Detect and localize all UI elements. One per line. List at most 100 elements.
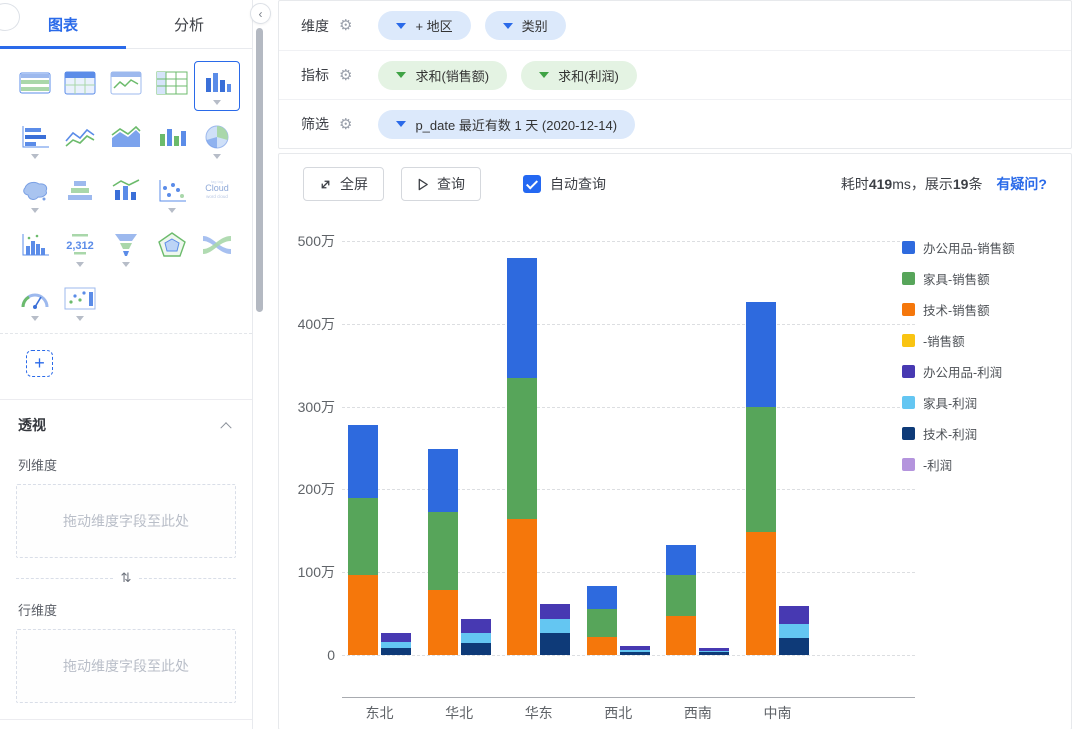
chart-type-sankey-chart-icon[interactable]: [194, 223, 240, 273]
bar-segment-家具-销售额[interactable]: [746, 406, 776, 532]
chart-type-hbar-chart-icon[interactable]: [12, 115, 58, 165]
bar-segment-技术-利润[interactable]: [540, 633, 571, 655]
gridline: [342, 406, 915, 408]
chart-type-grid-table-icon[interactable]: [149, 61, 195, 111]
legend-item[interactable]: 家具-销售额: [902, 269, 1015, 288]
bar-segment-家具-利润[interactable]: [460, 632, 491, 644]
legend-item[interactable]: 办公用品-销售额: [902, 238, 1015, 257]
chart-type-number-card-icon[interactable]: 2,312: [58, 223, 104, 273]
bar-segment-技术-利润[interactable]: [779, 638, 809, 655]
bar-segment-家具-利润[interactable]: [779, 624, 809, 639]
bar-segment-办公用品-销售额[interactable]: [666, 544, 697, 575]
bar-segment-技术-销售额[interactable]: [586, 636, 617, 655]
sales-bar-西南[interactable]: [666, 544, 697, 655]
chart-type-combo-chart-icon[interactable]: [103, 169, 149, 219]
chart-type-area-chart-icon[interactable]: [103, 115, 149, 165]
bar-segment-技术-利润[interactable]: [381, 648, 411, 655]
filter-pill[interactable]: p_date 最近有数 1 天 (2020-12-14): [378, 109, 636, 139]
sales-bar-东北[interactable]: [348, 424, 378, 655]
chart-type-map-chart-icon[interactable]: [12, 169, 58, 219]
legend-item[interactable]: -利润: [902, 455, 1015, 474]
bar-segment-家具-销售额[interactable]: [586, 609, 617, 637]
sales-bar-华东[interactable]: [507, 258, 538, 655]
profit-bar-中南[interactable]: [779, 606, 809, 655]
bar-segment-技术-利润[interactable]: [460, 643, 491, 655]
bar-segment-技术-利润[interactable]: [699, 652, 730, 655]
pyramid-chart-icon: [68, 181, 93, 200]
bar-segment-家具-销售额[interactable]: [348, 497, 378, 575]
filter-label: 筛选: [301, 116, 329, 132]
bar-segment-技术-利润[interactable]: [619, 651, 650, 655]
chart-type-header-table-icon[interactable]: [58, 61, 104, 111]
chart-type-histogram-icon[interactable]: [12, 223, 58, 273]
chart-type-scatter-chart-icon[interactable]: [149, 169, 195, 219]
measure-pill[interactable]: 求和(利润): [521, 60, 637, 90]
chart-type-line-chart-icon[interactable]: [58, 115, 104, 165]
legend-item[interactable]: -销售额: [902, 331, 1015, 350]
legend-item[interactable]: 技术-销售额: [902, 300, 1015, 319]
bar-segment-家具-利润[interactable]: [540, 618, 571, 634]
sidebar-collapse-button[interactable]: ‹: [250, 3, 271, 24]
dimension-pill[interactable]: + 地区: [378, 11, 471, 40]
svg-text:Cloud: Cloud: [205, 183, 229, 193]
gear-icon[interactable]: ⚙: [339, 117, 352, 132]
bar-segment-办公用品-利润[interactable]: [381, 632, 411, 643]
profit-bar-西南[interactable]: [699, 647, 730, 656]
gear-icon[interactable]: ⚙: [339, 68, 352, 83]
legend-item[interactable]: 家具-利润: [902, 393, 1015, 412]
legend-item[interactable]: 办公用品-利润: [902, 362, 1015, 381]
profit-bar-华东[interactable]: [540, 603, 571, 655]
chart-type-point-chart-icon[interactable]: [58, 277, 104, 327]
bar-segment-家具-销售额[interactable]: [427, 511, 458, 591]
chart-type-word-cloud-icon[interactable]: Cloud word cloud tag tag: [194, 169, 240, 219]
bar-segment-办公用品-销售额[interactable]: [746, 302, 776, 407]
bar-segment-办公用品-销售额[interactable]: [586, 586, 617, 610]
legend-label: 家具-销售额: [923, 273, 990, 287]
column-dimension-dropzone[interactable]: 拖动维度字段至此处: [16, 484, 236, 558]
row-dimension-dropzone[interactable]: 拖动维度字段至此处: [16, 629, 236, 703]
legend-item[interactable]: 技术-利润: [902, 424, 1015, 443]
sales-bar-华北[interactable]: [427, 448, 458, 655]
bar-segment-技术-销售额[interactable]: [666, 616, 697, 655]
chart-type-trend-card-icon[interactable]: [103, 61, 149, 111]
scrollbar-thumb[interactable]: [256, 28, 263, 312]
chart-type-column-chart-icon[interactable]: [149, 115, 195, 165]
bar-segment-技术-销售额[interactable]: [507, 519, 538, 655]
radar-chart-icon: [157, 232, 186, 257]
dimension-pill[interactable]: 类别: [484, 11, 566, 40]
add-chart-type-button[interactable]: +: [26, 350, 53, 377]
tab-analysis[interactable]: 分析: [126, 0, 252, 48]
chart-type-pie-chart-icon[interactable]: [194, 115, 240, 165]
bar-segment-家具-销售额[interactable]: [507, 377, 538, 520]
profit-bar-西北[interactable]: [619, 645, 650, 655]
bar-segment-办公用品-销售额[interactable]: [427, 448, 458, 512]
profit-bar-东北[interactable]: [381, 632, 411, 655]
measure-pill[interactable]: 求和(销售额): [378, 60, 508, 90]
gear-icon[interactable]: ⚙: [339, 18, 352, 33]
bar-segment-办公用品-利润[interactable]: [779, 606, 809, 625]
swap-arrows-icon[interactable]: ⇅: [113, 570, 140, 586]
sales-bar-西北[interactable]: [586, 586, 617, 655]
tab-chart[interactable]: 图表: [0, 0, 126, 49]
chart-type-radar-chart-icon[interactable]: [149, 223, 195, 273]
chart-type-funnel-chart-icon[interactable]: [103, 223, 149, 273]
chart-type-bar-chart-icon[interactable]: [194, 61, 240, 111]
bar-segment-办公用品-销售额[interactable]: [348, 424, 378, 498]
chart-type-banded-table-icon[interactable]: [12, 61, 58, 111]
chart-type-gauge-chart-icon[interactable]: [12, 277, 58, 327]
bar-segment-技术-销售额[interactable]: [746, 531, 776, 655]
pivot-section-header[interactable]: 透视: [0, 400, 252, 441]
grid-table-icon: [156, 71, 188, 95]
bar-segment-技术-销售额[interactable]: [427, 590, 458, 655]
chart-type-pyramid-chart-icon[interactable]: [58, 169, 104, 219]
edit-color-section-header[interactable]: 编辑颜色: [0, 720, 252, 729]
bar-segment-家具-销售额[interactable]: [666, 574, 697, 617]
bar-segment-办公用品-利润[interactable]: [460, 619, 491, 633]
sales-bar-中南[interactable]: [746, 302, 776, 655]
sidebar-scrollbar[interactable]: [254, 0, 265, 729]
bar-segment-办公用品-销售额[interactable]: [507, 258, 538, 378]
profit-bar-华北[interactable]: [460, 619, 491, 655]
bar-segment-办公用品-利润[interactable]: [540, 603, 571, 619]
histogram-icon: [22, 234, 49, 256]
bar-segment-技术-销售额[interactable]: [348, 574, 378, 655]
